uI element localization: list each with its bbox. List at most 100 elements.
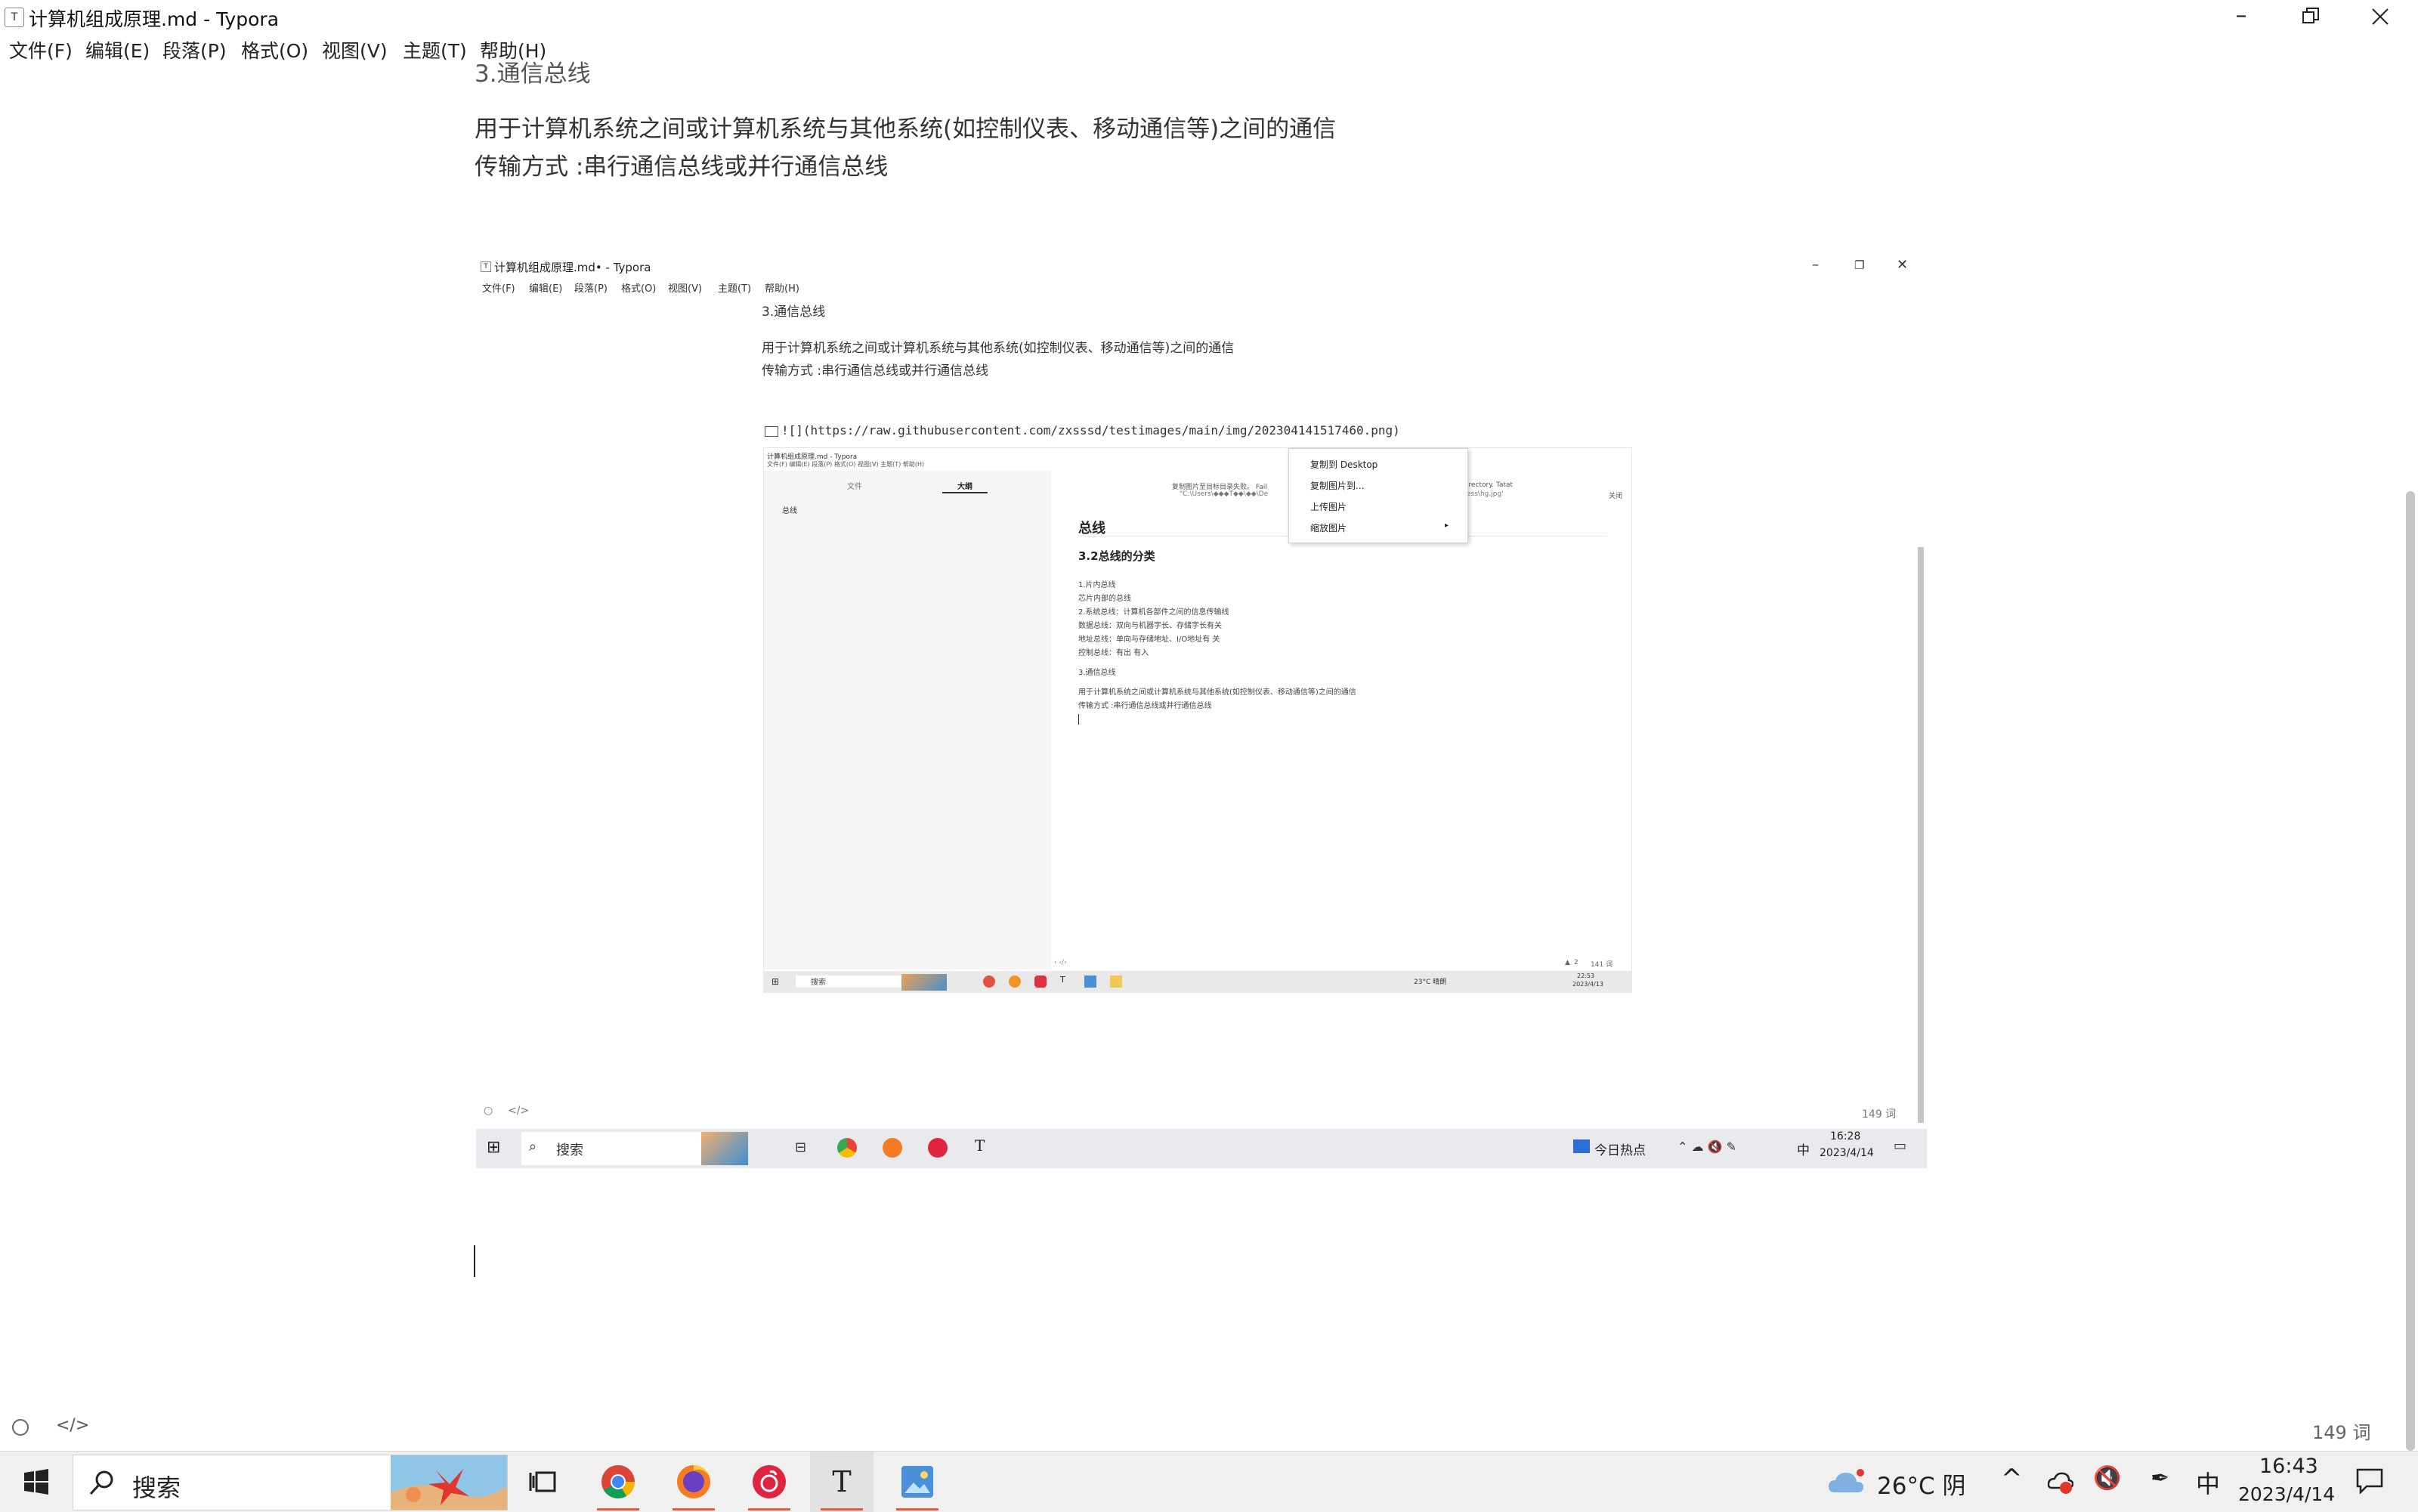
shot-chrome-icon — [837, 1138, 857, 1158]
inner-warn-icon: ▲ — [1565, 959, 1570, 966]
inner-error-line3: irectory. Tatat — [1467, 481, 1514, 489]
shot-scrollbar — [1918, 547, 1924, 1123]
netease-music-taskbar-button[interactable] — [737, 1452, 801, 1512]
shot-notification-icon: ▭ — [1894, 1138, 1907, 1154]
inner-netease-icon — [1034, 976, 1047, 988]
shot-search-text: 搜索 — [556, 1143, 583, 1158]
embedded-screenshot-image[interactable]: T 计算机组成原理.md• - Typora – ❐ ✕ 文件(F) 编辑(E)… — [476, 255, 1927, 1168]
shot-menu-theme: 主题(T) — [718, 283, 752, 295]
image-app-taskbar-button[interactable] — [886, 1452, 949, 1512]
menu-edit[interactable]: 编辑(E) — [85, 36, 150, 63]
inner-typora-icon: T — [1060, 975, 1065, 985]
source-code-mode-icon[interactable]: </> — [56, 1416, 89, 1435]
menu-view[interactable]: 视图(V) — [322, 36, 388, 63]
notification-center-icon[interactable] — [2356, 1468, 2383, 1494]
inner-caret — [1078, 714, 1079, 725]
close-button[interactable] — [2345, 0, 2415, 33]
onedrive-error-icon[interactable] — [2048, 1470, 2073, 1494]
doc-paragraph-line2[interactable]: 传输方式 :串行通信总线或并行通信总线 — [475, 147, 888, 181]
sidebar-toggle-icon[interactable] — [12, 1419, 29, 1436]
cloudy-weather-icon[interactable] — [1827, 1467, 1865, 1497]
inner-line: 地址总线：单向与存储地址、I/O地址有 关 — [1078, 635, 1220, 644]
show-hidden-icons-chevron-icon[interactable]: ^ — [2001, 1464, 2023, 1494]
inner-error-line4: ess\hg.jpg' — [1467, 490, 1504, 498]
window-title: 计算机组成原理.md - Typora — [29, 8, 280, 30]
text-caret — [474, 1245, 475, 1277]
inner-search-text: 搜索 — [811, 979, 826, 987]
typora-icon: T — [832, 1465, 852, 1498]
inner-footer-icons: ‹ ‹/› — [1054, 959, 1067, 966]
inner-sub3: 3.通信总线 — [1078, 669, 1116, 677]
shot-news-text: 今日热点 — [1594, 1143, 1646, 1158]
shot-code-icon: </> — [508, 1105, 530, 1117]
inner-tab-files: 文件 — [847, 483, 862, 491]
inner-windows-icon: ⊞ — [771, 976, 780, 987]
inner-word-count: 141 词 — [1591, 961, 1613, 969]
inner-line: 1.片内总线 — [1078, 581, 1116, 589]
pen-icon[interactable]: ✒ — [2151, 1465, 2169, 1492]
shot-circle-icon: ○ — [484, 1105, 493, 1117]
minimize-button[interactable]: – — [2206, 0, 2276, 33]
task-view-button[interactable] — [511, 1452, 574, 1512]
inner-context-item: 复制图片到... — [1310, 481, 1365, 491]
shot-line2: 传输方式 :串行通信总线或并行通信总线 — [762, 363, 989, 379]
inner-sidebar: 文件 大纲 总线 — [764, 471, 1051, 969]
windows-icon — [24, 1469, 48, 1495]
menu-help[interactable]: 帮助(H) — [480, 36, 546, 63]
inner-weather: 23°C 晴朗 — [1414, 979, 1447, 986]
ime-indicator[interactable]: 中 — [2196, 1465, 2220, 1500]
shot-menu-edit: 编辑(E) — [529, 283, 563, 295]
inner-context-menu: 复制到 Desktop 复制图片到... 上传图片 缩放图片 ▸ — [1288, 448, 1468, 543]
volume-muted-icon[interactable]: 🔇 — [2093, 1465, 2121, 1492]
taskbar-search-box[interactable]: 搜索 — [73, 1455, 508, 1510]
doc-paragraph-line1[interactable]: 用于计算机系统之间或计算机系统与其他系统(如控制仪表、移动通信等)之间的通信 — [475, 110, 1336, 144]
inner-h-class: 3.2总线的分类 — [1078, 549, 1155, 563]
typora-taskbar-button[interactable]: T — [810, 1452, 874, 1512]
firefox-taskbar-button[interactable] — [662, 1452, 725, 1512]
restore-button[interactable] — [2276, 0, 2345, 33]
menu-file[interactable]: 文件(F) — [9, 36, 73, 63]
typora-active-indicator — [821, 1508, 863, 1510]
word-count[interactable]: 149 词 — [2312, 1418, 2370, 1444]
inner-close-link: 关闭 — [1609, 493, 1623, 500]
shot-word-count: 149 词 — [1862, 1108, 1897, 1121]
shot-windows-icon: ⊞ — [487, 1138, 501, 1157]
clock-time[interactable]: 16:43 — [2259, 1455, 2318, 1478]
inner-line1: 用于计算机系统之间或计算机系统与其他系统(如控制仪表、移动通信等)之间的通信 — [1078, 688, 1356, 697]
inner-error-line2: "C:\Users\◆◆◆T◆◆\◆◆\De — [1180, 490, 1269, 498]
shot-ime: 中 — [1797, 1143, 1810, 1158]
weather-text[interactable]: 26°C 阴 — [1877, 1467, 1965, 1501]
shot-line1: 用于计算机系统之间或计算机系统与其他系统(如控制仪表、移动通信等)之间的通信 — [762, 341, 1235, 356]
menu-paragraph[interactable]: 段落(P) — [162, 36, 227, 63]
inner-folder-icon — [1110, 976, 1122, 988]
shot-menu-view: 视图(V) — [668, 283, 703, 295]
search-placeholder: 搜索 — [132, 1473, 181, 1502]
image-app-active-indicator — [896, 1508, 938, 1510]
inner-time: 22:53 — [1577, 972, 1595, 979]
inner-chrome-icon — [983, 976, 995, 988]
chrome-taskbar-button[interactable] — [586, 1452, 650, 1512]
start-button[interactable] — [5, 1452, 68, 1512]
firefox-active-indicator — [673, 1508, 715, 1510]
inner-line2: 传输方式 :串行通信总线或并行通信总线 — [1078, 702, 1212, 710]
shot-firefox-icon — [883, 1138, 902, 1158]
inner-date: 2023/4/13 — [1572, 981, 1604, 988]
shot-time: 16:28 — [1830, 1130, 1861, 1143]
inner-search-banner — [901, 974, 947, 991]
netease-music-icon — [753, 1465, 786, 1498]
shot-taskbar: ⊞ ⌕ 搜索 ⊟ T 今日热点 ⌃ ☁ 🔇 ✎ 中 16:28 2023/4/1… — [476, 1129, 1927, 1168]
shot-typora-icon: T — [975, 1136, 985, 1155]
inner-context-item: 缩放图片 — [1310, 523, 1347, 533]
search-icon — [89, 1470, 113, 1495]
shot-restore-icon: ❐ — [1854, 258, 1865, 272]
clock-date[interactable]: 2023/4/14 — [2238, 1483, 2335, 1505]
document-scrollbar[interactable] — [2406, 491, 2415, 1451]
shot-date: 2023/4/14 — [1820, 1147, 1874, 1159]
shot-news-icon — [1573, 1139, 1590, 1153]
inner-line: 数据总线：双向与机器字长、存储字长有关 — [1078, 622, 1222, 630]
chrome-active-indicator — [597, 1508, 639, 1510]
menu-format[interactable]: 格式(O) — [241, 36, 308, 63]
menu-theme[interactable]: 主题(T) — [403, 36, 467, 63]
inner-warn-count: 2 — [1574, 959, 1579, 966]
shot-minimize-icon: – — [1812, 257, 1819, 273]
